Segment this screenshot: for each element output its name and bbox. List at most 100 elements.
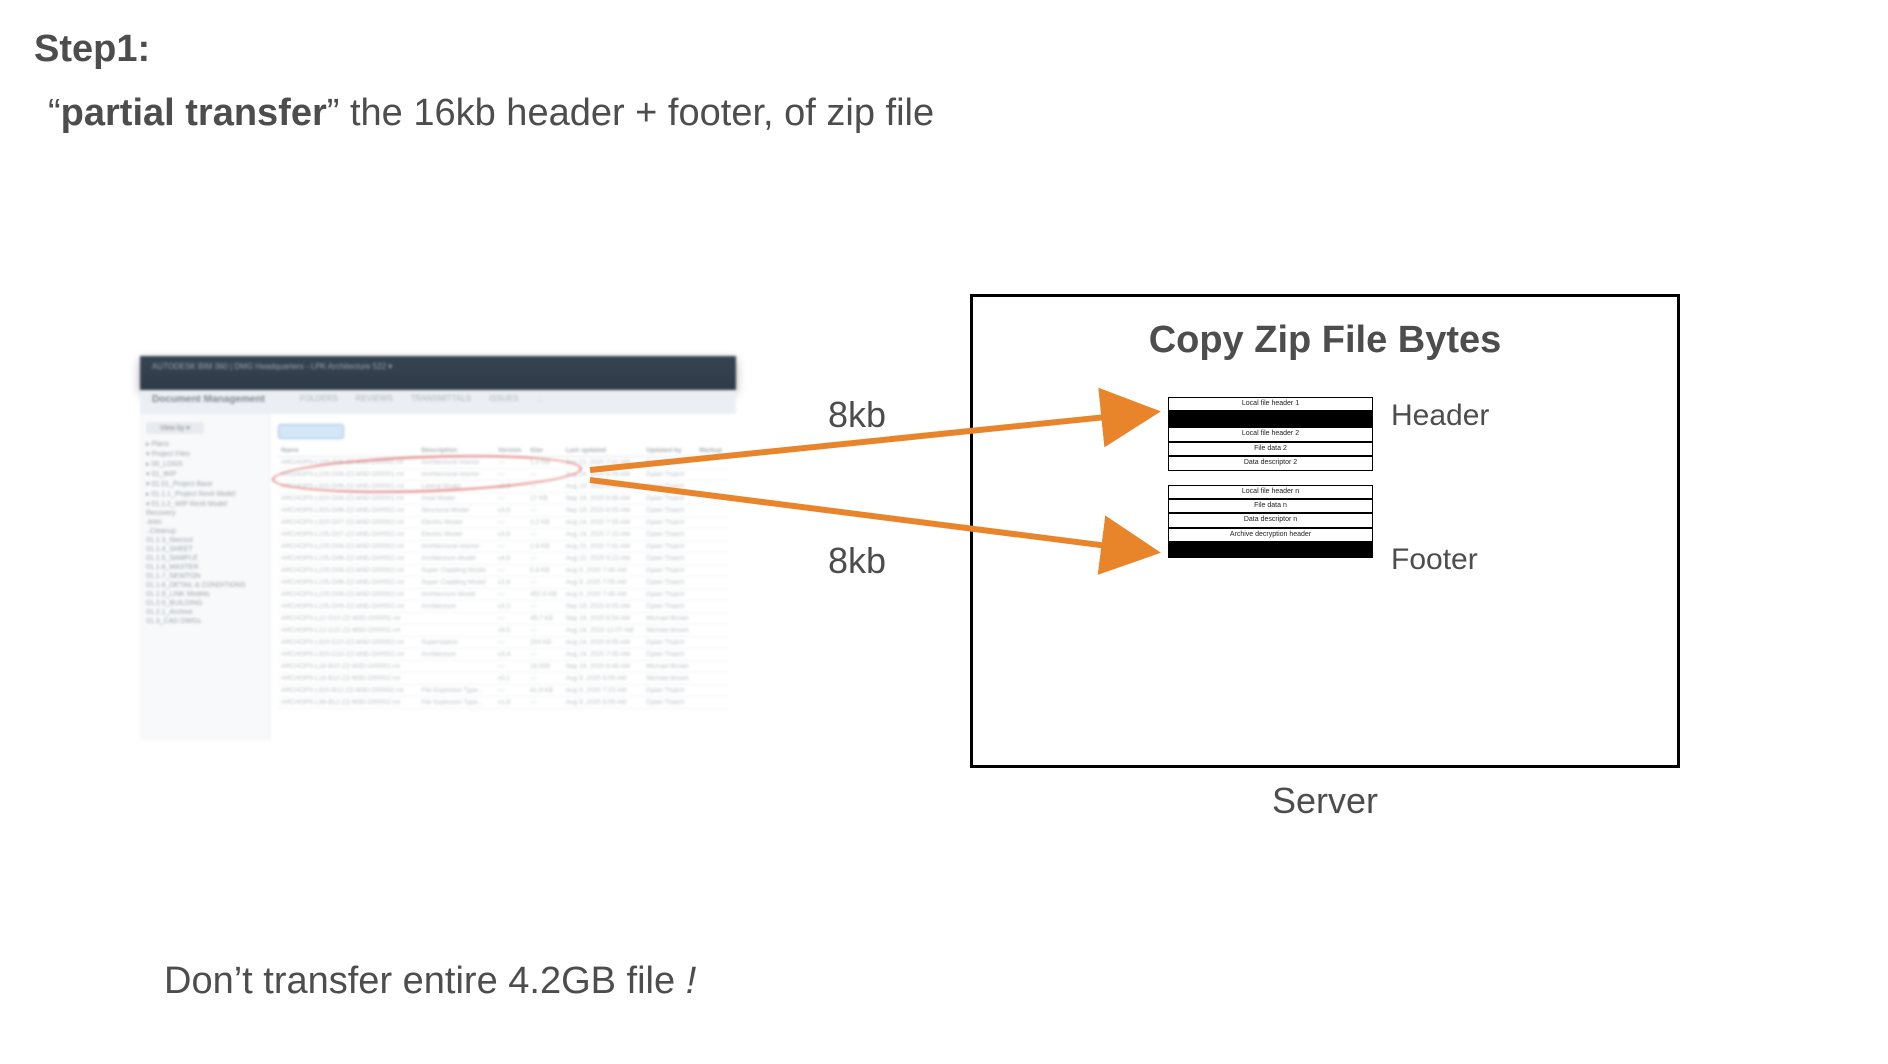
table-cell: 16.939: [527, 661, 563, 673]
table-row: ARCHOPS-L105-D08-ZZ-M3D-D00002.rvtSuper …: [278, 577, 728, 589]
table-cell: [696, 625, 728, 637]
arrow-label-top: 8kb: [828, 394, 886, 436]
table-cell: Aug 24, 2020 8:05 AM: [563, 481, 644, 493]
table-row: ARCHOPS-L105-D09-ZZ-M3D-D00002.rvtArchit…: [278, 601, 728, 613]
sidebar-item: ▸ 01.1.1_Project Revit Model: [146, 490, 263, 498]
table-cell: —: [527, 649, 563, 661]
client-topbar-text: AUTODESK BIM 360 | DMG Headquarters - LP…: [152, 362, 392, 371]
table-cell: ARCHOPS-L105-D09-ZZ-M3D-D00002.rvt: [278, 589, 418, 601]
table-cell: ARCHOPS-L105-D09-ZZ-M3D-D00002.rvt: [278, 601, 418, 613]
table-row: ARCHOPS-L105-P06-ZZ-M3D-D00001.rvtArchit…: [278, 457, 728, 469]
table-cell: Aug 22, 2020 9:23 AM: [563, 553, 644, 565]
table-cell: [418, 613, 495, 625]
table-cell: ARCHOPS-L18-B10-ZZ-M3D-D00002.rvt: [278, 661, 418, 673]
table-cell: Dylan Thatch: [643, 493, 696, 505]
table-cell: ARCHOPS-L105-D08-ZZ-M3D-D00002.rvt: [278, 553, 418, 565]
table-cell: —: [527, 697, 563, 709]
sidebar-item: 01.1.3_Nwcout: [146, 537, 263, 544]
client-pill: [278, 424, 344, 439]
table-cell: ARCHOPS-L920-D06-ZZ-M3D-D00002.rvt: [278, 505, 418, 517]
table-cell: —: [527, 577, 563, 589]
client-subbar: Document Management FOLDERS REVIEWS TRAN…: [140, 390, 736, 414]
table-cell: Sep 19, 2020 8:05 AM: [563, 601, 644, 613]
table-cell: Aug 9, 2020 7:46 AM: [563, 565, 644, 577]
zip-row: Local file header 2: [1168, 427, 1373, 441]
table-cell: Architectural Interior: [418, 457, 495, 469]
table-cell: Super Cladding Model: [418, 577, 495, 589]
zip-row-header-bytes: [1168, 411, 1373, 427]
sidebar-item: 01.2.0_BUILDING: [146, 600, 263, 607]
table-cell: Aug 24, 2020 8:05 AM: [563, 469, 644, 481]
table-cell: Dylan Thatch: [643, 577, 696, 589]
table-cell: ARCHOPS-L920-D06-ZZ-M3D-D00001.rvt: [278, 493, 418, 505]
table-cell: ARCHOPS-L920-B12-ZZ-M3D-D00002.rvt: [278, 685, 418, 697]
table-cell: 17 KB: [527, 493, 563, 505]
table-cell: Dylan Thatch: [643, 505, 696, 517]
table-cell: —: [527, 529, 563, 541]
table-row: ARCHOPS-L920-B12-ZZ-M3D-D00002.rvtFile E…: [278, 685, 728, 697]
column-header: Name: [278, 445, 418, 457]
table-cell: 204 KB: [527, 637, 563, 649]
table-row: ARCHOPS-L98-B12-ZZ-M3D-D00002.rvtFile Ex…: [278, 697, 728, 709]
table-cell: Aug 9, 2020 8:05 AM: [563, 697, 644, 709]
table-cell: [696, 493, 728, 505]
table-cell: 3.2 KB: [527, 517, 563, 529]
table-cell: ARCHOPS-L12-D10-ZZ-M3D-D00002.rvt: [278, 613, 418, 625]
table-cell: —: [495, 661, 527, 673]
sidebar-item: ▾ 01.1.2_WIP Revit Model: [146, 500, 263, 508]
table-cell: [696, 565, 728, 577]
table-cell: [696, 553, 728, 565]
table-cell: Aug 9, 2020 7:46 AM: [563, 589, 644, 601]
table-cell: Aug 24, 2020 8:05 AM: [563, 637, 644, 649]
zip-row: Local file header n: [1168, 485, 1373, 499]
table-cell: —: [527, 469, 563, 481]
table-cell: Lateral Model: [418, 481, 495, 493]
table-cell: v5.1: [495, 673, 527, 685]
table-cell: v3.4: [495, 649, 527, 661]
table-cell: —: [527, 601, 563, 613]
table-cell: —: [495, 637, 527, 649]
table-cell: Architectural Interior: [418, 469, 495, 481]
zip-row-footer-bytes: [1168, 542, 1373, 558]
table-cell: [696, 541, 728, 553]
table-cell: Electric Model: [418, 517, 495, 529]
sidebar-item: 01.1.6_MASTER: [146, 564, 263, 571]
table-cell: —: [527, 481, 563, 493]
sidebar-viewby-button: View by ▾: [146, 422, 204, 434]
table-cell: —: [527, 505, 563, 517]
table-cell: ARCHOPS-L105-D08-ZZ-M3D-D00002.rvt: [278, 577, 418, 589]
footer-note-excl: !: [686, 960, 697, 1002]
sidebar-item: ▾ 01_WIP: [146, 470, 263, 478]
client-sidebar: View by ▾ ▸ Plans ▾ Project Files ▸ 00_L…: [140, 414, 270, 740]
step-rest: the 16kb header + footer, of zip file: [339, 92, 934, 134]
table-cell: [696, 685, 728, 697]
tab: REVIEWS: [356, 394, 393, 403]
table-cell: Dylan Thatch: [643, 589, 696, 601]
sidebar-item: Recovery: [146, 510, 263, 517]
table-cell: [696, 649, 728, 661]
table-cell: 2.8 KB: [527, 541, 563, 553]
zip-row: Data descriptor n: [1168, 513, 1373, 527]
table-cell: —: [495, 541, 527, 553]
sidebar-item: 01.1.4_SHEET: [146, 546, 263, 553]
sidebar-item: ▾ Project Files: [146, 450, 263, 458]
table-cell: Dylan Thatch: [643, 469, 696, 481]
sidebar-item: ▸ 00_LOGS: [146, 460, 263, 468]
sidebar-item: 01.1.5_SAMPLE: [146, 555, 263, 562]
quote-open: “: [48, 92, 61, 134]
table-cell: 492.8 KB: [527, 589, 563, 601]
table-cell: v4.8: [495, 553, 527, 565]
zip-row: File data n: [1168, 499, 1373, 513]
table-cell: Michael Brown: [643, 673, 696, 685]
table-cell: ARCHOPS-L920-D07-ZZ-M3D-D00002.rvt: [278, 517, 418, 529]
column-header: Last updated: [563, 445, 644, 457]
table-row: ARCHOPS-L18-B10-ZZ-M3D-D00002.rvt —16.939…: [278, 661, 728, 673]
table-cell: Aug 24, 2020 7:23 AM: [563, 529, 644, 541]
client-title: Document Management: [152, 394, 265, 405]
server-title: Copy Zip File Bytes: [973, 319, 1677, 362]
server-caption: Server: [970, 780, 1680, 822]
table-cell: v3.8: [495, 529, 527, 541]
table-cell: Aug 24, 2020 12:07 AM: [563, 625, 644, 637]
table-cell: ARCHOPS-L920-D10-ZZ-M3D-D00002.rvt: [278, 637, 418, 649]
table-cell: —: [527, 673, 563, 685]
